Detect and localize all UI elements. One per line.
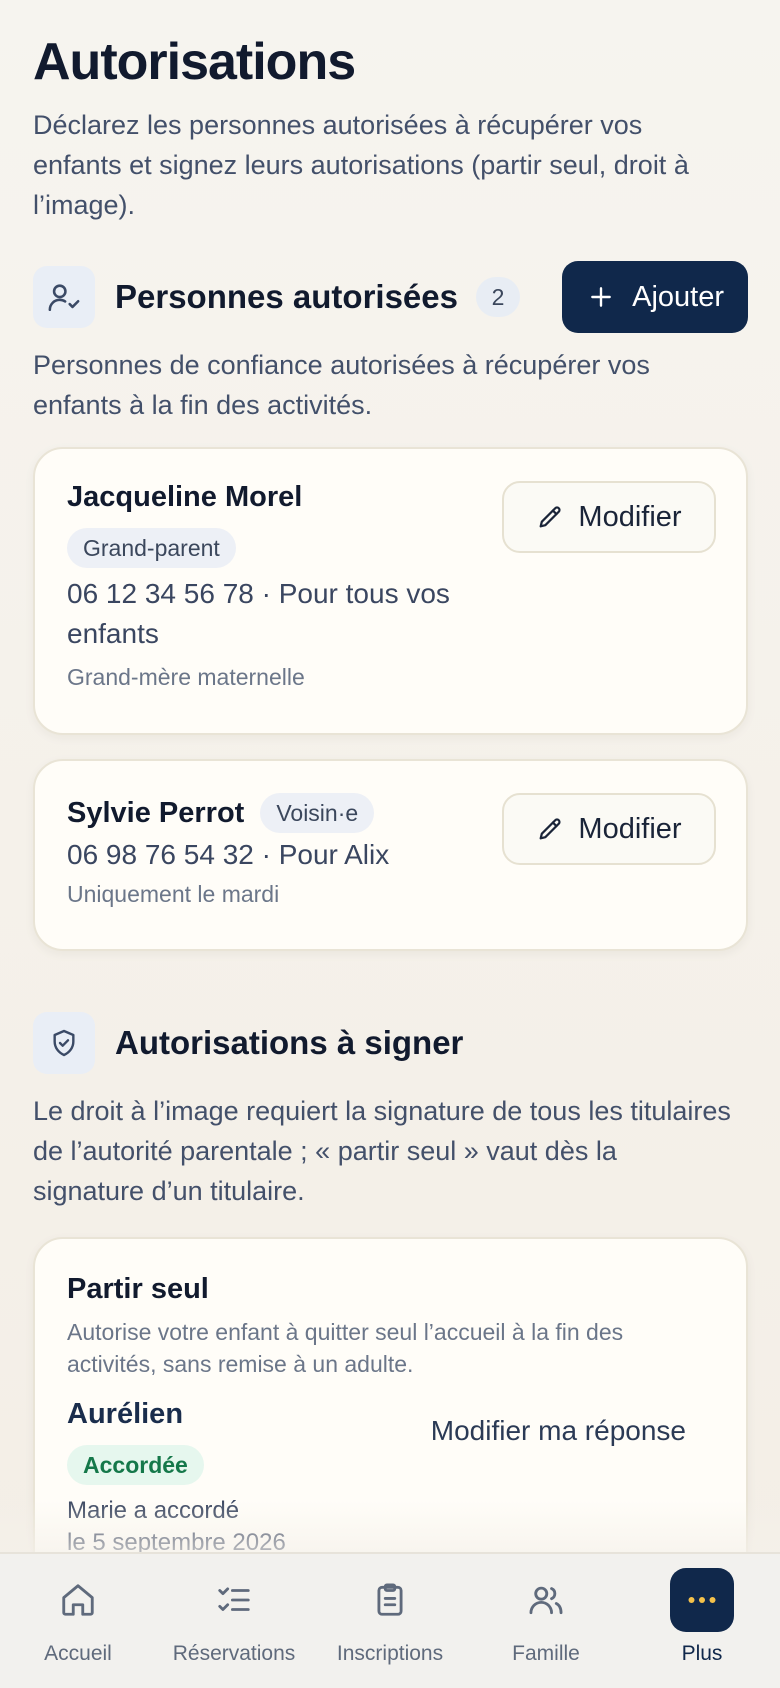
shield-check-icon bbox=[33, 1012, 95, 1074]
person-info: 06 12 34 56 78 · Pour tous vos enfants bbox=[67, 578, 450, 649]
person-note: Uniquement le mardi bbox=[67, 881, 280, 907]
signature-author: Marie a accordé bbox=[67, 1497, 240, 1524]
person-note: Grand-mère maternelle bbox=[67, 664, 305, 690]
user-check-icon bbox=[33, 266, 95, 328]
edit-person-label: Modifier bbox=[578, 500, 682, 533]
add-person-button[interactable]: Ajouter bbox=[562, 261, 748, 333]
nav-item-famille[interactable]: Famille bbox=[468, 1554, 624, 1688]
pencil-icon bbox=[536, 503, 564, 531]
person-card: Jacqueline Morel Grand-parent 06 12 34 5… bbox=[33, 447, 748, 735]
authorized-count-badge: 2 bbox=[476, 277, 520, 317]
add-person-label: Ajouter bbox=[632, 280, 724, 313]
edit-person-button[interactable]: Modifier bbox=[502, 481, 716, 553]
signatures-section-title: Autorisations à signer bbox=[115, 1024, 464, 1061]
users-icon bbox=[514, 1568, 578, 1632]
nav-item-accueil[interactable]: Accueil bbox=[0, 1554, 156, 1688]
authorized-section-description: Personnes de confiance autorisées à récu… bbox=[33, 350, 650, 420]
nav-label: Plus bbox=[681, 1642, 723, 1665]
person-role-tag: Voisin·e bbox=[260, 793, 375, 833]
edit-person-button[interactable]: Modifier bbox=[502, 793, 716, 865]
nav-item-inscriptions[interactable]: Inscriptions bbox=[312, 1554, 468, 1688]
home-icon bbox=[46, 1568, 110, 1632]
edit-person-label: Modifier bbox=[578, 812, 682, 845]
signatures-section-header: Autorisations à signer bbox=[33, 1007, 748, 1079]
plus-icon bbox=[588, 284, 614, 310]
page-title: Autorisations bbox=[33, 33, 356, 91]
more-icon bbox=[670, 1568, 734, 1632]
main-content: Autorisations Déclarez les personnes aut… bbox=[33, 30, 748, 1597]
person-card: Sylvie Perrot Voisin·e 06 98 76 54 32 · … bbox=[33, 759, 748, 951]
checklist-icon bbox=[202, 1568, 266, 1632]
nav-item-plus[interactable]: Plus bbox=[624, 1554, 780, 1688]
authorization-card: Partir seul Autorise votre enfant à quit… bbox=[33, 1237, 748, 1597]
modify-response-button[interactable]: Modifier ma réponse bbox=[431, 1415, 686, 1447]
authorization-description: Autorise votre enfant à quitter seul l’a… bbox=[67, 1319, 624, 1377]
page-intro: Déclarez les personnes autorisées à récu… bbox=[33, 110, 689, 220]
signatures-section-description: Le droit à l’image requiert la signature… bbox=[33, 1096, 731, 1206]
bottom-nav: Accueil Réservations Inscriptions Famill… bbox=[0, 1552, 780, 1688]
page: Autorisations Déclarez les personnes aut… bbox=[0, 0, 780, 1688]
person-name: Sylvie Perrot bbox=[67, 796, 245, 829]
nav-label: Accueil bbox=[44, 1642, 112, 1665]
nav-label: Inscriptions bbox=[336, 1642, 444, 1665]
authorization-title: Partir seul bbox=[67, 1273, 209, 1305]
authorized-section-title: Personnes autorisées bbox=[115, 278, 458, 315]
person-role-tag: Grand-parent bbox=[67, 528, 236, 568]
nav-label: Réservations bbox=[172, 1642, 296, 1665]
nav-item-reservations[interactable]: Réservations bbox=[156, 1554, 312, 1688]
clipboard-icon bbox=[358, 1568, 422, 1632]
authorized-section-header: Personnes autorisées 2 Ajouter bbox=[33, 261, 748, 333]
nav-label: Famille bbox=[512, 1642, 580, 1665]
status-badge: Accordée bbox=[67, 1445, 204, 1485]
pencil-icon bbox=[536, 815, 564, 843]
